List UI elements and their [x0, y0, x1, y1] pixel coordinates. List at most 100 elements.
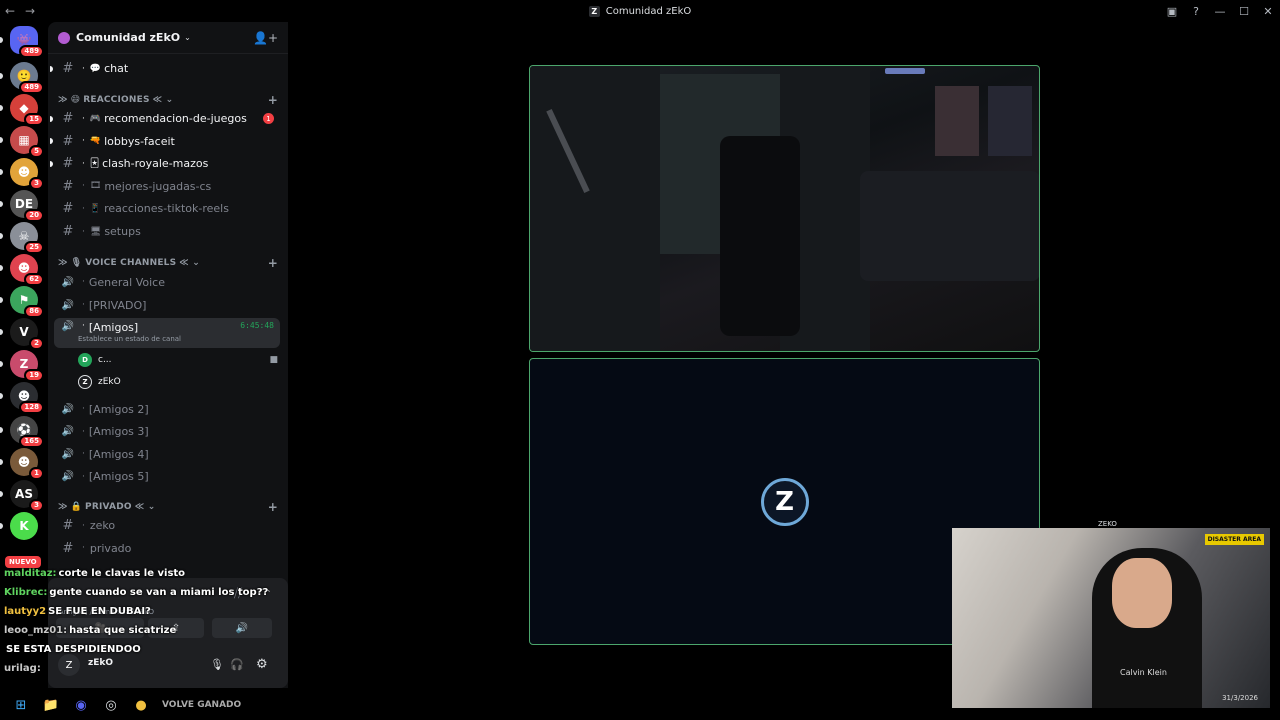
speaker-icon: 🔊 [61, 448, 75, 460]
chat-line: Klibrec: gente cuando se van a miami los … [4, 583, 268, 602]
windows-start-icon[interactable]: ⊞ [12, 696, 30, 714]
chat-line: SE ESTA DESPIDIENDOO [4, 640, 264, 659]
text-channel-reacciones-tiktok-reels[interactable]: # · 📱 reacciones-tiktok-reels [54, 198, 280, 219]
voice-channel-[Amigos][interactable]: 🔊 · [Amigos] 6:45:48 Establece un estado de … [54, 318, 280, 348]
channel-label: setups [104, 225, 141, 238]
voice-user[interactable]: ZzEkO [78, 372, 278, 392]
unread-badge: 19 [24, 369, 44, 382]
inbox-icon[interactable]: ▣ [1160, 5, 1184, 18]
voice-emoji-icon: · [82, 426, 85, 437]
server-icon[interactable]: K [10, 512, 38, 540]
server-icon[interactable]: 👾 489 [10, 26, 44, 58]
speaker-icon: 🔊 [61, 299, 75, 311]
server-unread-pip [0, 201, 3, 207]
server-icon[interactable]: ☻ 128 [10, 382, 44, 414]
discord-icon[interactable]: ◉ [72, 696, 90, 714]
hash-icon: # [62, 201, 74, 217]
server-icon[interactable]: 🙂 489 [10, 62, 44, 94]
voice-channel-label: [Amigos 4] [88, 447, 149, 461]
server-unread-pip [0, 265, 3, 271]
chevron-down-icon: ≪ ⌄ [134, 502, 156, 512]
unread-badge: 128 [19, 401, 44, 414]
server-unread-pip [0, 393, 3, 399]
thread-dot: · [82, 203, 85, 214]
server-unread-pip [0, 233, 3, 239]
server-icon[interactable]: ☠ 25 [10, 222, 44, 254]
category-label: PRIVADO [85, 502, 132, 512]
chat-line: lautyy2 SE FUE EN DUBAI? [4, 602, 264, 621]
text-channel-clash-royale-mazos[interactable]: # · 🃏 clash-royale-mazos [50, 153, 280, 174]
unread-badge: 489 [19, 81, 44, 94]
text-channel-chat[interactable]: # · 💬 chat [50, 58, 280, 79]
obs-icon[interactable]: ◎ [102, 696, 120, 714]
category-header[interactable]: ≫ 🔒 PRIVADO ≪ ⌄ + [58, 499, 278, 515]
channel-label: clash-royale-mazos [102, 157, 209, 171]
collapse-arrows-icon: ≫ [58, 258, 68, 268]
server-icon[interactable]: ⚽ 165 [10, 416, 44, 448]
create-channel-icon[interactable]: + [268, 93, 278, 107]
create-channel-icon[interactable]: + [268, 256, 278, 270]
voice-channel-[PRIVADO][interactable]: 🔊 · [PRIVADO] [54, 294, 280, 316]
voice-channel-[Amigos 3][interactable]: 🔊 · [Amigos 3] [54, 421, 280, 443]
unread-badge: 15 [24, 113, 44, 126]
unread-badge: 3 [29, 177, 44, 190]
server-icon[interactable]: ▦ 5 [10, 126, 44, 158]
maximize-icon[interactable]: ☐ [1232, 5, 1256, 18]
collapse-arrows-icon: ≫ [58, 502, 68, 512]
server-icon[interactable]: AS 3 [10, 480, 44, 512]
voice-emoji-icon: · [82, 321, 85, 331]
thread-dot: · [82, 158, 85, 169]
category-header[interactable]: ≫ 🎙 VOICE CHANNELS ≪ ⌄ + [58, 255, 278, 271]
unread-badge: 3 [29, 499, 44, 512]
voice-channel-General Voice[interactable]: 🔊 · General Voice [54, 271, 280, 293]
server-header[interactable]: Comunidad zEkO ⌄ 👤+ [48, 22, 288, 54]
channel-label: chat [104, 62, 129, 75]
hash-icon: # [62, 178, 74, 194]
thread-dot: · [82, 226, 85, 237]
text-channel-setups[interactable]: # · 🖥 setups [54, 221, 280, 242]
collapse-arrows-icon: ≫ [58, 95, 68, 105]
chevron-down-icon: ≪ ⌄ [179, 258, 200, 268]
unread-pip [50, 160, 53, 167]
text-channel-mejores-jugadas-cs[interactable]: # · 🎞 mejores-jugadas-cs [54, 176, 280, 197]
help-icon[interactable]: ? [1184, 5, 1208, 18]
close-icon[interactable]: ✕ [1256, 5, 1280, 18]
file-explorer-icon[interactable]: 📁 [42, 696, 60, 714]
server-icon[interactable]: Z 19 [10, 350, 44, 382]
server-icon[interactable]: ◆ 15 [10, 94, 44, 126]
text-channel-zeko[interactable]: # · zeko [54, 515, 280, 536]
user-name: c... [98, 355, 112, 365]
streamer-label: ZEKO [1098, 520, 1117, 528]
text-channel-recomendacion-de-juegos[interactable]: # · 🎮 recomendacion-de-juegos 1 [50, 108, 280, 129]
camera-tile[interactable] [529, 65, 1040, 352]
server-icon[interactable]: DE 20 [10, 190, 44, 222]
chrome-icon[interactable]: ● [132, 696, 150, 714]
server-icon[interactable]: V2 [10, 318, 44, 350]
voice-user[interactable]: Dc... ■ [78, 350, 278, 370]
voice-channel-[Amigos 2][interactable]: 🔊 · [Amigos 2] [54, 398, 280, 420]
category-emoji-icon: 🎙 [70, 258, 83, 268]
poster-left [935, 86, 979, 156]
text-channel-lobbys-faceit[interactable]: # · 🔫 lobbys-faceit [50, 131, 280, 152]
text-channel-privado[interactable]: # · privado [54, 538, 280, 559]
voice-channel-[Amigos 5][interactable]: 🔊 · [Amigos 5] [54, 466, 280, 488]
camera-on-icon: ■ [269, 355, 278, 365]
disaster-sign: DISASTER AREA [1204, 534, 1264, 545]
voice-emoji-icon: · [82, 471, 85, 482]
chat-username: leoo_mz01: [4, 625, 68, 636]
server-icon[interactable]: ☻ 62 [10, 254, 44, 286]
channel-label: recomendacion-de-juegos [104, 112, 247, 125]
server-icon[interactable]: ☻ 3 [10, 158, 44, 190]
mention-badge: 1 [263, 113, 274, 124]
minimize-icon[interactable]: — [1208, 5, 1232, 18]
invite-people-icon[interactable]: 👤+ [253, 31, 278, 45]
server-icon[interactable]: ⚑ 86 [10, 286, 44, 318]
category-header[interactable]: ≫ 😄 REACCIONES ≪ ⌄ + [58, 92, 278, 108]
voice-channel-[Amigos 4][interactable]: 🔊 · [Amigos 4] [54, 443, 280, 465]
call-timer: 6:45:48 [240, 321, 274, 330]
server-icon[interactable]: ☻ 1 [10, 448, 44, 480]
chat-message: hasta que sicatrize [69, 625, 177, 636]
thread-dot: · [82, 136, 85, 147]
led-light [885, 68, 925, 74]
create-channel-icon[interactable]: + [268, 500, 278, 514]
